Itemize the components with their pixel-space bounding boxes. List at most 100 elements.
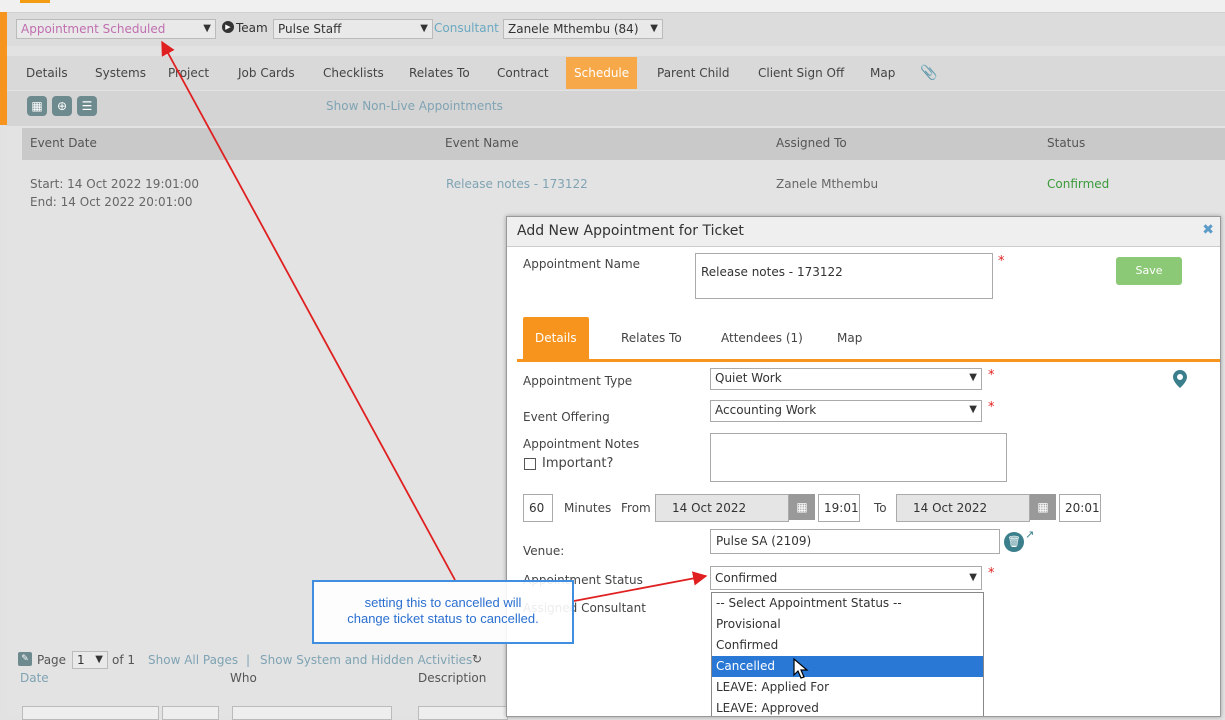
appointment-name-label: Appointment Name [523, 257, 641, 271]
modal-title: Add New Appointment for Ticket [517, 223, 744, 239]
appointment-notes-input[interactable] [710, 433, 1007, 482]
location-pin-icon[interactable] [1173, 370, 1187, 388]
event-offering-select[interactable]: Accounting Work ▼ [710, 400, 982, 422]
row-end-date: End: 14 Oct 2022 20:01:00 [30, 195, 193, 209]
close-icon[interactable]: ✖ [1202, 222, 1214, 238]
annotation-callout: setting this to cancelled will change ti… [312, 580, 574, 644]
paperclip-icon[interactable]: 📎 [920, 57, 937, 89]
appointment-name-value: Release notes - 173122 [701, 265, 843, 279]
tab-systems[interactable]: Systems [95, 57, 146, 89]
col-date[interactable]: Date [20, 671, 49, 685]
tab-map[interactable]: Map [870, 57, 895, 89]
top-accent [20, 0, 50, 3]
list-icon[interactable]: ☰ [77, 96, 97, 116]
appointment-name-input[interactable]: Release notes - 173122 [695, 253, 993, 299]
external-link-icon[interactable]: ↗ [1025, 528, 1034, 541]
appointment-status-value: Confirmed [715, 571, 778, 585]
required-mark: * [988, 566, 995, 581]
annotation-text-line1: setting this to cancelled will [364, 595, 522, 610]
col-who[interactable]: Who [230, 671, 257, 685]
chevron-down-icon: ▼ [203, 23, 211, 34]
chevron-down-icon: ▼ [969, 372, 977, 383]
important-label: Important? [542, 456, 614, 471]
team-value: Pulse Staff [278, 22, 342, 36]
show-non-live-link[interactable]: Show Non-Live Appointments [326, 99, 503, 113]
to-time-input[interactable]: 20:01 [1059, 494, 1101, 522]
status-option[interactable]: LEAVE: Approved [712, 698, 983, 716]
save-button[interactable]: Save [1116, 257, 1182, 285]
minutes-value: 60 [529, 501, 545, 515]
from-date-value: 14 Oct 2022 [672, 501, 747, 515]
ticket-status-value: Appointment Scheduled [21, 22, 166, 36]
calendar-icon[interactable]: ▦ [27, 96, 47, 116]
appointment-status-select[interactable]: Confirmed ▼ [710, 566, 982, 590]
top-bar [0, 0, 1225, 13]
tab-project[interactable]: Project [168, 57, 209, 89]
chevron-down-icon: ▼ [969, 404, 977, 415]
status-option[interactable]: -- Select Appointment Status -- [712, 593, 983, 614]
to-calendar-icon[interactable]: ▦ [1030, 494, 1056, 520]
from-time-input[interactable]: 19:01 [818, 494, 860, 522]
row-start-date: Start: 14 Oct 2022 19:01:00 [30, 177, 200, 191]
from-date-input[interactable]: 14 Oct 2022 [655, 494, 789, 522]
add-appointment-icon[interactable]: ⊕ [52, 96, 72, 116]
show-all-pages-link[interactable]: Show All Pages [148, 653, 238, 667]
edit-icon[interactable]: ✎ [18, 652, 32, 666]
tab-job-cards[interactable]: Job Cards [238, 57, 295, 89]
filter-time-input[interactable] [162, 706, 219, 720]
from-calendar-icon[interactable]: ▦ [789, 494, 815, 520]
modal-tab-details[interactable]: Details [523, 317, 589, 359]
to-date-input[interactable]: 14 Oct 2022 [896, 494, 1030, 522]
col-event-name[interactable]: Event Name [445, 136, 519, 150]
tab-checklists[interactable]: Checklists [323, 57, 384, 89]
from-time-value: 19:01 [824, 501, 859, 515]
consultant-label: Consultant [434, 21, 499, 35]
to-label: To [874, 501, 887, 515]
annotation-text-line2: change ticket status to cancelled. [347, 611, 539, 626]
filter-who-input[interactable] [232, 706, 392, 720]
refresh-icon[interactable]: ↻ [472, 652, 482, 666]
separator: | [246, 653, 251, 667]
grid-header [22, 128, 1225, 160]
team-label: Team [236, 21, 268, 35]
page-label: Page [37, 653, 67, 667]
tab-contract[interactable]: Contract [497, 57, 549, 89]
event-offering-value: Accounting Work [715, 403, 817, 417]
modal-tab-relates-to[interactable]: Relates To [621, 317, 682, 359]
minutes-label: Minutes [564, 501, 612, 515]
page-select[interactable]: 1 ▼ [72, 651, 108, 669]
venue-input[interactable]: Pulse SA (2109) [710, 529, 1000, 554]
tab-client-sign-off[interactable]: Client Sign Off [758, 57, 844, 89]
required-mark: * [998, 254, 1005, 269]
status-option-highlighted[interactable]: Cancelled [712, 656, 983, 677]
consultant-select[interactable]: Zanele Mthembu (84) ▼ [503, 19, 663, 39]
status-option[interactable]: LEAVE: Applied For [712, 677, 983, 698]
status-option[interactable]: Provisional [712, 614, 983, 635]
important-checkbox[interactable] [524, 458, 536, 470]
venue-label: Venue: [523, 544, 565, 558]
chevron-down-icon: ▼ [650, 23, 658, 34]
ticket-status-select[interactable]: Appointment Scheduled ▼ [16, 19, 216, 39]
modal-tab-map[interactable]: Map [837, 317, 862, 359]
minutes-input[interactable]: 60 [523, 494, 553, 522]
tab-parent-child[interactable]: Parent Child [657, 57, 730, 89]
col-description[interactable]: Description [418, 671, 486, 685]
col-event-date[interactable]: Event Date [30, 136, 97, 150]
appointment-type-select[interactable]: Quiet Work ▼ [710, 368, 982, 390]
tab-schedule[interactable]: Schedule [566, 57, 638, 89]
team-select[interactable]: Pulse Staff ▼ [273, 19, 433, 39]
filter-desc-input[interactable] [418, 706, 508, 720]
col-assigned-to[interactable]: Assigned To [776, 136, 847, 150]
trash-icon[interactable]: 🗑 [1004, 532, 1024, 552]
to-time-value: 20:01 [1065, 501, 1100, 515]
modal-tab-attendees[interactable]: Attendees (1) [721, 317, 803, 359]
show-system-link[interactable]: Show System and Hidden Activities [260, 653, 472, 667]
filter-date-input[interactable] [22, 706, 159, 720]
tab-details[interactable]: Details [26, 57, 68, 89]
row-event-name-link[interactable]: Release notes - 173122 [446, 177, 588, 191]
status-option[interactable]: Confirmed [712, 635, 983, 656]
tab-relates-to[interactable]: Relates To [409, 57, 470, 89]
from-label: From [621, 501, 651, 515]
col-status[interactable]: Status [1047, 136, 1085, 150]
team-play-icon: ▶ [222, 21, 234, 33]
